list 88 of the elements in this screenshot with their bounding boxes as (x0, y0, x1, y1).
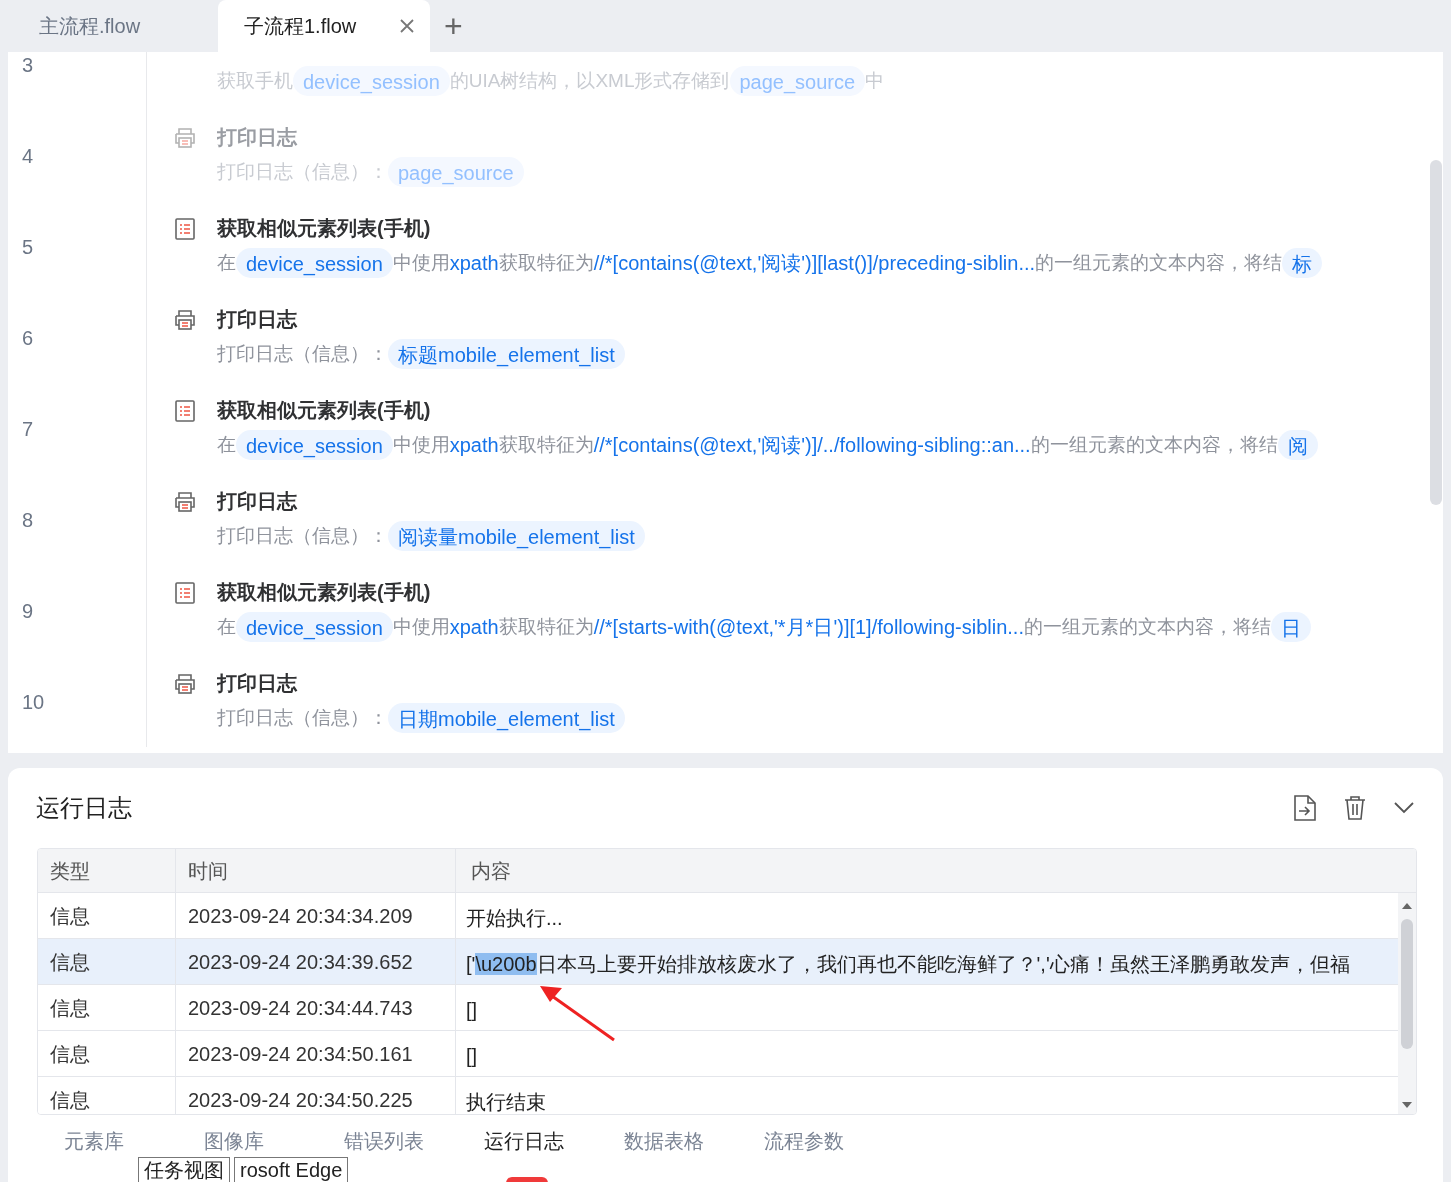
table-cell-text: 信息 (50, 903, 90, 929)
variable-chip[interactable]: 日 (1270, 612, 1311, 642)
step-description: 打印日志（信息）： (217, 341, 388, 366)
step-description: 获取特征为 (498, 614, 594, 637)
table-cell-text: 执行结束 (466, 1089, 546, 1114)
tooltip: 任务视图 (138, 1157, 230, 1182)
panel-tab[interactable]: 流程参数 (764, 1129, 844, 1153)
table-cell-text: 2023-09-24 20:34:44.743 (188, 995, 413, 1021)
line-number: 7 (22, 416, 34, 442)
table-cell-text: 信息 (50, 1087, 90, 1113)
scroll-up-icon[interactable] (1402, 903, 1412, 909)
log-row[interactable]: 信息 2023-09-24 20:34:50.161 [] (38, 1031, 1398, 1077)
table-cell-text: 开始执行... (466, 905, 563, 931)
variable-chip[interactable]: 日期mobile_element_list (388, 703, 625, 733)
file-tab[interactable]: 子流程1.flow (218, 0, 430, 52)
step-description: 在 (217, 250, 236, 275)
table-cell-text: [] (466, 997, 478, 1023)
variable-chip[interactable]: device_session (236, 430, 393, 460)
step-description: 中使用 (392, 614, 450, 637)
table-cell-text: 2023-09-24 20:34:34.209 (188, 903, 413, 929)
step-title[interactable]: 获取相似元素列表(手机) (217, 213, 431, 243)
table-cell-text: [] (466, 1043, 478, 1069)
step-description: 获取特征为 (498, 432, 594, 455)
variable-chip[interactable]: 阅 (1277, 430, 1318, 460)
step-description: 在 (217, 614, 236, 639)
panel-tab[interactable]: 错误列表 (344, 1129, 424, 1153)
table-cell-text: 2023-09-24 20:34:50.161 (188, 1041, 413, 1067)
step-description: 的一组元素的文本内容，将结 (1030, 432, 1278, 457)
column-header: 时间 (188, 858, 228, 884)
panel-title: 运行日志 (36, 793, 132, 823)
scroll-down-icon[interactable] (1402, 1102, 1412, 1108)
line-number: 9 (22, 598, 34, 624)
table-cell-text: ['\u200b日本马上要开始排放核废水了，我们再也不能吃海鲜了？','心痛！虽然王泽鹏勇敢发声，但福 (466, 951, 1350, 977)
line-number: 3 (22, 52, 34, 78)
trash-icon[interactable] (1343, 795, 1367, 821)
table-cell-text: 信息 (50, 949, 90, 975)
tooltip: rosoft Edge (234, 1157, 349, 1182)
step-description: 获取特征为 (498, 250, 594, 273)
active-indicator (506, 1177, 548, 1182)
log-row[interactable]: 信息 2023-09-24 20:34:34.209 开始执行... (38, 893, 1398, 939)
panel-tab[interactable]: 运行日志 (484, 1129, 564, 1153)
line-number: 10 (22, 689, 45, 715)
line-number: 6 (22, 325, 34, 351)
column-header: 内容 (471, 858, 511, 884)
table-cell-text: 2023-09-24 20:34:50.225 (188, 1087, 413, 1113)
panel-tab[interactable]: 图像库 (204, 1129, 264, 1153)
step-description: 的一组元素的文本内容，将结 (1023, 614, 1271, 639)
table-cell-text: 2023-09-24 20:34:39.652 (188, 949, 413, 975)
step-description: 在 (217, 432, 236, 457)
close-icon[interactable] (400, 19, 414, 33)
xpath-text: //*[starts-with(@text,'*月*日')][1]/following-siblin... (593, 615, 1024, 640)
step-title[interactable]: 打印日志 (217, 486, 297, 516)
scrollbar[interactable] (1430, 160, 1442, 505)
variable-chip[interactable]: 标题mobile_element_list (388, 339, 625, 369)
step-description: 中使用 (392, 432, 450, 455)
variable-chip[interactable]: device_session (236, 612, 393, 642)
step-title[interactable]: 获取相似元素列表(手机) (217, 577, 431, 607)
variable-chip[interactable]: 阅读量mobile_element_list (388, 521, 645, 551)
scrollbar[interactable] (1398, 893, 1416, 1114)
column-header: 类型 (50, 858, 90, 884)
line-number: 4 (22, 143, 34, 169)
new-tab-button[interactable]: + (430, 0, 477, 52)
step-description: 打印日志（信息）： (217, 705, 388, 730)
panel-tab[interactable]: 数据表格 (624, 1129, 704, 1153)
chevron-down-icon[interactable] (1393, 801, 1415, 815)
file-tab[interactable]: 主流程.flow (8, 0, 218, 52)
step-title[interactable]: 打印日志 (217, 304, 297, 334)
xpath-text: //*[contains(@text,'阅读')][last()]/preceding-siblin... (593, 251, 1036, 276)
export-icon[interactable] (1293, 794, 1317, 822)
xpath-text: xpath (449, 433, 499, 458)
xpath-text: //*[contains(@text,'阅读')]/../following-sibling::an... (593, 433, 1031, 458)
step-title[interactable]: 获取相似元素列表(手机) (217, 395, 431, 425)
log-row[interactable]: 信息 2023-09-24 20:34:39.652 ['\u200b日本马上要开始排放核废水了，我们再也不能吃海鲜了？','心痛！虽然王泽鹏勇敢发声，但福 (38, 939, 1398, 985)
panel-tab[interactable]: 元素库 (64, 1129, 124, 1153)
table-cell-text: 信息 (50, 995, 90, 1021)
scroll-thumb[interactable] (1401, 919, 1413, 1049)
variable-chip[interactable]: device_session (236, 248, 393, 278)
variable-chip[interactable]: 标 (1282, 248, 1323, 278)
table-cell-text: 信息 (50, 1041, 90, 1067)
step-description: 的一组元素的文本内容，将结 (1035, 250, 1283, 275)
line-number: 5 (22, 234, 34, 260)
log-row[interactable]: 信息 2023-09-24 20:34:44.743 [] (38, 985, 1398, 1031)
xpath-text: xpath (449, 615, 499, 640)
step-description: 打印日志（信息）： (217, 523, 388, 548)
step-title[interactable]: 打印日志 (217, 668, 297, 698)
step-description: 中使用 (392, 250, 450, 273)
line-number: 8 (22, 507, 34, 533)
xpath-text: xpath (449, 251, 499, 276)
